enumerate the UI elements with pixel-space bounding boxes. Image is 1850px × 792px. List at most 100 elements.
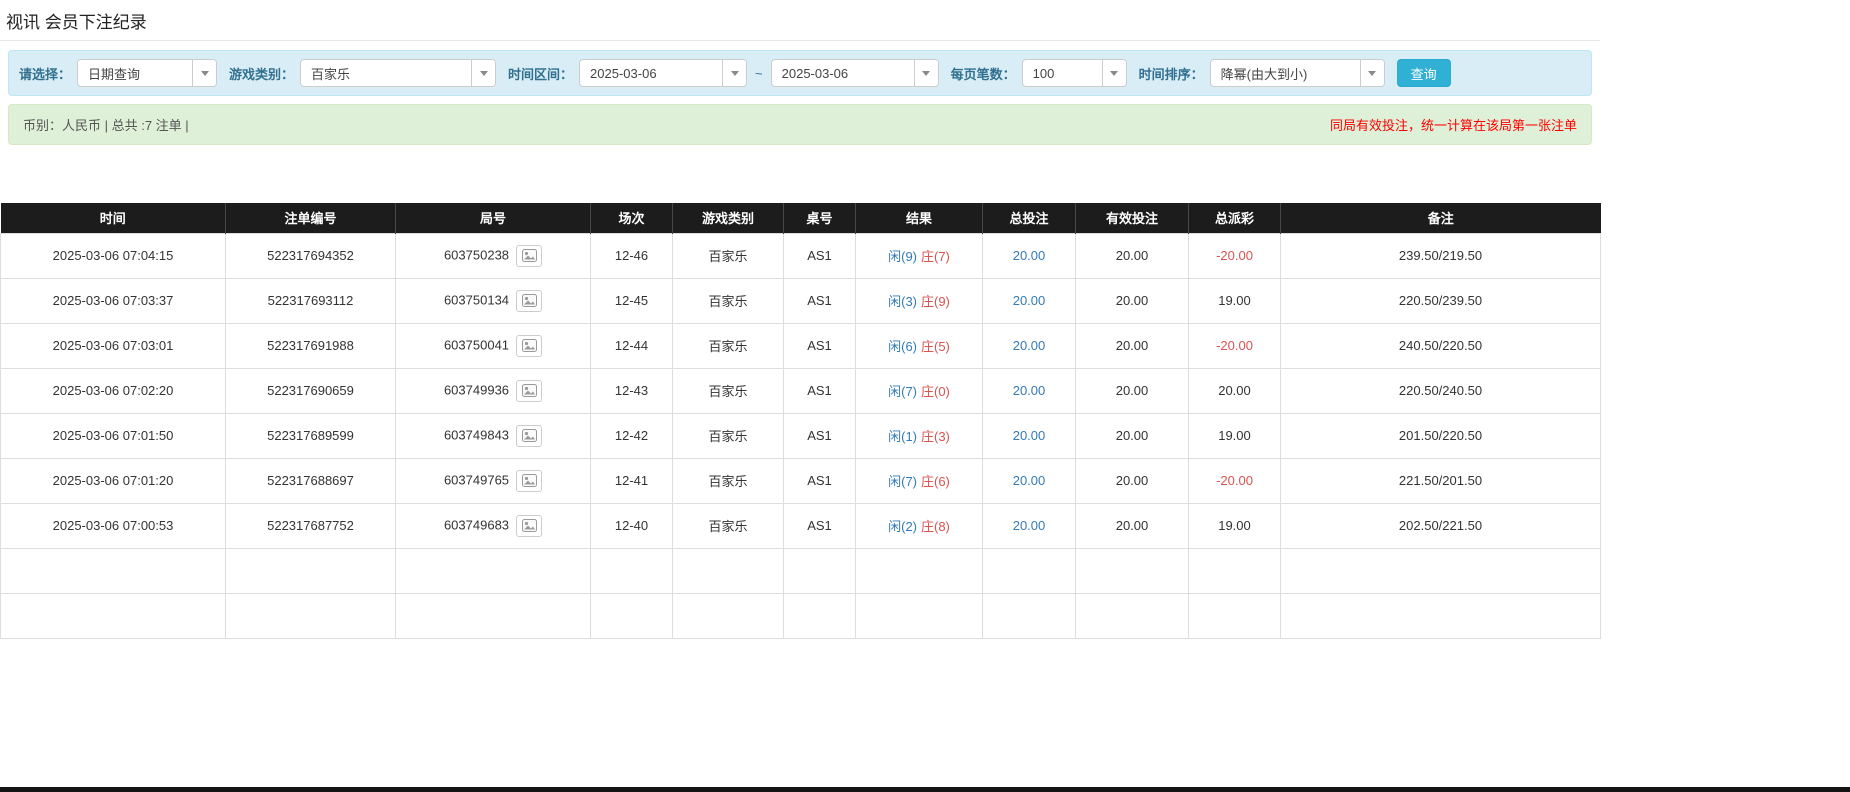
summary-bar: 币别：人民币 | 总共 :7 注单 | 同局有效投注，统一计算在该局第一张注单 (8, 104, 1592, 145)
result-player: 闲(3) (888, 294, 917, 309)
subtotal-valid-bet: 140.00 (1076, 548, 1189, 593)
table-row-highlighted: 2025-03-06 07:03:01 522317691988 6037500… (1, 323, 1601, 368)
cell-time: 2025-03-06 07:01:50 (1, 413, 226, 458)
cell-session: 12-40 (591, 503, 673, 548)
sort-order-select[interactable]: 降幂(由大到小) (1210, 59, 1385, 87)
page-root: 视讯 会员下注纪录 请选择： 日期查询 游戏类别： 百家乐 时间区间： 2025… (0, 0, 1600, 639)
total-bet-link[interactable]: 20.00 (1013, 428, 1046, 443)
col-payout: 总派彩 (1189, 203, 1281, 233)
cell-result: 闲(2)庄(8) (856, 503, 983, 548)
cell-session: 12-41 (591, 458, 673, 503)
subtotal-total-bet: 140.00 (983, 548, 1076, 593)
cell-time: 2025-03-06 07:04:15 (1, 233, 226, 278)
cell-empty (784, 593, 856, 638)
cell-table: AS1 (784, 278, 856, 323)
video-replay-icon[interactable] (516, 245, 542, 267)
cell-result: 闲(9)庄(7) (856, 233, 983, 278)
total-bet-link[interactable]: 20.00 (1013, 293, 1046, 308)
total-bet-link[interactable]: 20.00 (1013, 473, 1046, 488)
cell-empty (784, 548, 856, 593)
date-from-select[interactable]: 2025-03-06 (579, 59, 747, 87)
game-category-label: 游戏类别： (229, 64, 294, 83)
cell-bet-id: 522317687752 (226, 503, 396, 548)
result-player: 闲(9) (888, 249, 917, 264)
col-result: 结果 (856, 203, 983, 233)
cell-total-bet: 20.00 (983, 413, 1076, 458)
result-banker: 庄(5) (921, 339, 950, 354)
cell-bet-id: 522317690659 (226, 368, 396, 413)
filter-bar: 请选择： 日期查询 游戏类别： 百家乐 时间区间： 2025-03-06 ~ 2… (8, 50, 1592, 96)
round-number: 603750238 (444, 247, 509, 262)
cell-empty (673, 593, 784, 638)
video-replay-icon[interactable] (516, 380, 542, 402)
cell-remark: 201.50/220.50 (1281, 413, 1601, 458)
video-replay-icon[interactable] (516, 515, 542, 537)
cell-session: 12-42 (591, 413, 673, 458)
result-player: 闲(2) (888, 519, 917, 534)
video-replay-icon[interactable] (516, 425, 542, 447)
cell-session: 12-45 (591, 278, 673, 323)
cell-time: 2025-03-06 07:02:20 (1, 368, 226, 413)
table-row: 2025-03-06 07:04:15 522317694352 6037502… (1, 233, 1601, 278)
cell-table: AS1 (784, 233, 856, 278)
cell-empty (1281, 548, 1601, 593)
cell-game-type: 百家乐 (673, 323, 784, 368)
date-to-select[interactable]: 2025-03-06 (771, 59, 939, 87)
subtotal-payout: 17.00 (1189, 548, 1281, 593)
cell-round: 603749683 (396, 503, 591, 548)
total-bet-link[interactable]: 20.00 (1013, 338, 1046, 353)
page-size-value: 100 (1023, 66, 1102, 81)
table-row: 2025-03-06 07:02:20 522317690659 6037499… (1, 368, 1601, 413)
grand-total-payout: 17.00 (1189, 593, 1281, 638)
total-bet-link[interactable]: 20.00 (1013, 518, 1046, 533)
result-player: 闲(6) (888, 339, 917, 354)
cell-round: 603750238 (396, 233, 591, 278)
chevron-down-icon[interactable] (1360, 60, 1384, 86)
cell-table: AS1 (784, 323, 856, 368)
chevron-down-icon[interactable] (914, 60, 938, 86)
cell-time: 2025-03-06 07:03:37 (1, 278, 226, 323)
chevron-down-icon[interactable] (192, 60, 216, 86)
cell-round: 603750041 (396, 323, 591, 368)
cell-remark: 240.50/220.50 (1281, 323, 1601, 368)
cell-total-bet: 20.00 (983, 278, 1076, 323)
cell-round: 603749843 (396, 413, 591, 458)
query-type-select[interactable]: 日期查询 (77, 59, 217, 87)
cell-session: 12-46 (591, 233, 673, 278)
game-category-select[interactable]: 百家乐 (300, 59, 496, 87)
table-header-row: 时间 注单编号 局号 场次 游戏类别 桌号 结果 总投注 有效投注 总派彩 备注 (1, 203, 1601, 233)
cell-empty (591, 548, 673, 593)
cell-bet-id: 522317694352 (226, 233, 396, 278)
cell-remark: 239.50/219.50 (1281, 233, 1601, 278)
chevron-down-icon[interactable] (1102, 60, 1126, 86)
game-category-value: 百家乐 (301, 64, 471, 83)
total-bet-link[interactable]: 20.00 (1013, 383, 1046, 398)
cell-empty (591, 593, 673, 638)
result-banker: 庄(9) (921, 294, 950, 309)
total-bet-link[interactable]: 20.00 (1013, 248, 1046, 263)
cell-valid-bet: 20.00 (1076, 278, 1189, 323)
cell-session: 12-43 (591, 368, 673, 413)
round-number: 603749843 (444, 427, 509, 442)
date-to-value: 2025-03-06 (772, 66, 914, 81)
cell-empty (396, 548, 591, 593)
date-range-label: 时间区间： (508, 64, 573, 83)
round-number: 603749765 (444, 472, 509, 487)
video-replay-icon[interactable] (516, 290, 542, 312)
cell-total-bet: 20.00 (983, 503, 1076, 548)
search-button[interactable]: 查询 (1397, 59, 1451, 87)
chevron-down-icon[interactable] (471, 60, 495, 86)
chevron-down-icon[interactable] (722, 60, 746, 86)
cell-remark: 220.50/240.50 (1281, 368, 1601, 413)
grand-total-row: 总计 7 140.00 140.00 17.00 (1, 593, 1601, 638)
sort-order-value: 降幂(由大到小) (1211, 64, 1360, 83)
query-type-value: 日期查询 (78, 64, 192, 83)
video-replay-icon[interactable] (516, 470, 542, 492)
cell-game-type: 百家乐 (673, 368, 784, 413)
cell-result: 闲(7)庄(6) (856, 458, 983, 503)
video-replay-icon[interactable] (516, 335, 542, 357)
page-size-select[interactable]: 100 (1022, 59, 1127, 87)
cell-total-bet: 20.00 (983, 323, 1076, 368)
cell-round: 603750134 (396, 278, 591, 323)
subtotal-count: 7 (226, 548, 396, 593)
